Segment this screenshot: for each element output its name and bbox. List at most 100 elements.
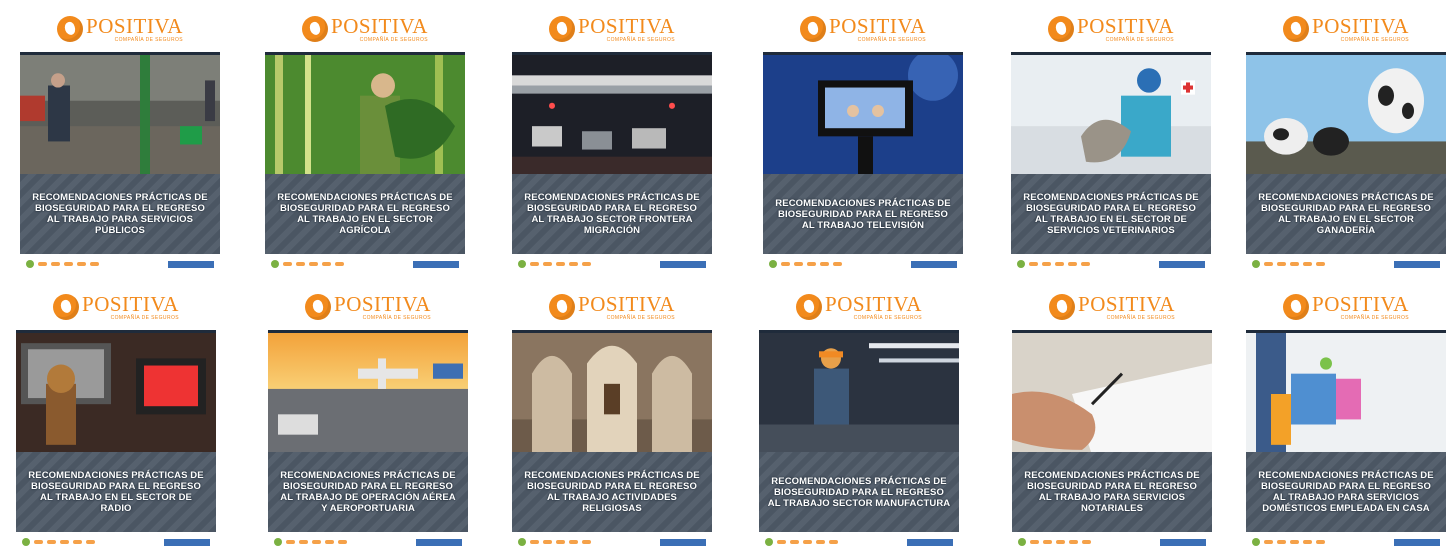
brand-name: POSITIVA bbox=[1312, 291, 1409, 316]
positiva-logo-icon bbox=[796, 294, 823, 320]
photo-tv-camera bbox=[763, 52, 963, 177]
sponsor-logos bbox=[512, 536, 712, 548]
brand-tagline: COMPAÑÍA DE SEGUROS bbox=[110, 314, 179, 321]
brand-name: POSITIVA bbox=[829, 13, 926, 38]
brand-tagline: COMPAÑÍA DE SEGUROS bbox=[359, 36, 428, 43]
brand-tagline: COMPAÑÍA DE SEGUROS bbox=[1106, 314, 1175, 321]
sponsor-logos bbox=[20, 258, 220, 270]
sponsor-logos bbox=[1011, 258, 1211, 270]
sponsor-logos bbox=[1012, 536, 1212, 548]
positiva-logo: POSITIVA COMPAÑÍA DE SEGUROS bbox=[263, 12, 467, 46]
positiva-logo: POSITIVA COMPAÑÍA DE SEGUROS bbox=[1009, 12, 1213, 46]
guide-title-band: RECOMENDACIONES PRÁCTICAS DE BIOSEGURIDA… bbox=[1246, 452, 1446, 532]
brand-tagline: COMPAÑÍA DE SEGUROS bbox=[114, 36, 183, 43]
guide-card-agriculture[interactable]: POSITIVA COMPAÑÍA DE SEGUROS RECOMENDACIO… bbox=[263, 10, 467, 272]
positiva-logo-icon bbox=[53, 294, 80, 320]
positiva-logo-icon bbox=[57, 16, 84, 42]
brand-name: POSITIVA bbox=[1312, 13, 1409, 38]
photo-utility-worker bbox=[20, 52, 220, 177]
guide-title: RECOMENDACIONES PRÁCTICAS DE BIOSEGURIDA… bbox=[1023, 192, 1199, 236]
positiva-logo: POSITIVA COMPAÑÍA DE SEGUROS bbox=[757, 290, 961, 324]
positiva-logo-icon bbox=[1049, 294, 1076, 320]
positiva-logo-icon bbox=[800, 16, 827, 42]
brand-tagline: COMPAÑÍA DE SEGUROS bbox=[606, 36, 675, 43]
guide-card-air-operations[interactable]: POSITIVA COMPAÑÍA DE SEGUROS RECOMENDACIO… bbox=[266, 288, 470, 550]
guide-title-band: RECOMENDACIONES PRÁCTICAS DE BIOSEGURIDA… bbox=[759, 452, 959, 532]
guide-card-border-migration[interactable]: POSITIVA COMPAÑÍA DE SEGUROS RECOMENDACIO… bbox=[510, 10, 714, 272]
photo-radio-studio bbox=[16, 330, 216, 455]
positiva-logo-icon bbox=[549, 16, 576, 42]
guide-card-livestock[interactable]: POSITIVA COMPAÑÍA DE SEGUROS RECOMENDACIO… bbox=[1244, 10, 1448, 272]
positiva-logo: POSITIVA COMPAÑÍA DE SEGUROS bbox=[1010, 290, 1214, 324]
positiva-logo: POSITIVA COMPAÑÍA DE SEGUROS bbox=[266, 290, 470, 324]
guide-title-band: RECOMENDACIONES PRÁCTICAS DE BIOSEGURIDA… bbox=[268, 452, 468, 532]
positiva-logo-icon bbox=[1283, 16, 1310, 42]
guide-title-band: RECOMENDACIONES PRÁCTICAS DE BIOSEGURIDA… bbox=[16, 452, 216, 532]
guide-title-band: RECOMENDACIONES PRÁCTICAS DE BIOSEGURIDA… bbox=[1246, 174, 1446, 254]
guide-card-notary[interactable]: POSITIVA COMPAÑÍA DE SEGUROS RECOMENDACIO… bbox=[1010, 288, 1214, 550]
guide-title-band: RECOMENDACIONES PRÁCTICAS DE BIOSEGURIDA… bbox=[512, 174, 712, 254]
brand-name: POSITIVA bbox=[1078, 291, 1175, 316]
guide-card-veterinary[interactable]: POSITIVA COMPAÑÍA DE SEGUROS RECOMENDACIO… bbox=[1009, 10, 1213, 272]
brand-tagline: COMPAÑÍA DE SEGUROS bbox=[1340, 314, 1409, 321]
guide-title: RECOMENDACIONES PRÁCTICAS DE BIOSEGURIDA… bbox=[1024, 470, 1200, 514]
positiva-logo: POSITIVA COMPAÑÍA DE SEGUROS bbox=[18, 12, 222, 46]
guide-title: RECOMENDACIONES PRÁCTICAS DE BIOSEGURIDA… bbox=[524, 192, 700, 236]
sponsor-logos bbox=[1246, 536, 1446, 548]
sponsor-logos bbox=[759, 536, 959, 548]
brand-tagline: COMPAÑÍA DE SEGUROS bbox=[362, 314, 431, 321]
guide-title-band: RECOMENDACIONES PRÁCTICAS DE BIOSEGURIDA… bbox=[1011, 174, 1211, 254]
brand-tagline: COMPAÑÍA DE SEGUROS bbox=[1105, 36, 1174, 43]
guide-title: RECOMENDACIONES PRÁCTICAS DE BIOSEGURIDA… bbox=[775, 197, 951, 231]
brand-name: POSITIVA bbox=[331, 13, 428, 38]
photo-church bbox=[512, 330, 712, 455]
brand-tagline: COMPAÑÍA DE SEGUROS bbox=[1340, 36, 1409, 43]
positiva-logo: POSITIVA COMPAÑÍA DE SEGUROS bbox=[1244, 290, 1448, 324]
brand-name: POSITIVA bbox=[334, 291, 431, 316]
guide-card-religious[interactable]: POSITIVA COMPAÑÍA DE SEGUROS RECOMENDACIO… bbox=[510, 288, 714, 550]
sponsor-logos bbox=[16, 536, 216, 548]
positiva-logo-icon bbox=[549, 294, 576, 320]
brand-tagline: COMPAÑÍA DE SEGUROS bbox=[606, 314, 675, 321]
guide-title-band: RECOMENDACIONES PRÁCTICAS DE BIOSEGURIDA… bbox=[1012, 452, 1212, 532]
brand-name: POSITIVA bbox=[825, 291, 922, 316]
brand-name: POSITIVA bbox=[86, 13, 183, 38]
guide-title: RECOMENDACIONES PRÁCTICAS DE BIOSEGURIDA… bbox=[524, 470, 700, 514]
positiva-logo-icon bbox=[305, 294, 332, 320]
positiva-logo: POSITIVA COMPAÑÍA DE SEGUROS bbox=[14, 290, 218, 324]
guide-title: RECOMENDACIONES PRÁCTICAS DE BIOSEGURIDA… bbox=[1258, 192, 1434, 236]
brand-tagline: COMPAÑÍA DE SEGUROS bbox=[853, 314, 922, 321]
photo-airport bbox=[268, 330, 468, 455]
sponsor-logos bbox=[1246, 258, 1446, 270]
photo-veterinary bbox=[1011, 52, 1211, 177]
brand-name: POSITIVA bbox=[1077, 13, 1174, 38]
brand-name: POSITIVA bbox=[578, 291, 675, 316]
positiva-logo-icon bbox=[302, 16, 329, 42]
sponsor-logos bbox=[268, 536, 468, 548]
photo-farm-worker bbox=[265, 52, 465, 177]
guide-title: RECOMENDACIONES PRÁCTICAS DE BIOSEGURIDA… bbox=[280, 470, 456, 514]
guide-card-radio[interactable]: POSITIVA COMPAÑÍA DE SEGUROS RECOMENDACIO… bbox=[14, 288, 218, 550]
positiva-logo: POSITIVA COMPAÑÍA DE SEGUROS bbox=[761, 12, 965, 46]
brand-name: POSITIVA bbox=[82, 291, 179, 316]
positiva-logo: POSITIVA COMPAÑÍA DE SEGUROS bbox=[510, 290, 714, 324]
positiva-logo-icon bbox=[1048, 16, 1075, 42]
positiva-logo: POSITIVA COMPAÑÍA DE SEGUROS bbox=[1244, 12, 1448, 46]
sponsor-logos bbox=[763, 258, 963, 270]
guide-card-domestic-services[interactable]: POSITIVA COMPAÑÍA DE SEGUROS RECOMENDACIO… bbox=[1244, 288, 1448, 550]
guide-title: RECOMENDACIONES PRÁCTICAS DE BIOSEGURIDA… bbox=[28, 470, 204, 514]
guide-title-band: RECOMENDACIONES PRÁCTICAS DE BIOSEGURIDA… bbox=[20, 174, 220, 254]
guide-card-television[interactable]: POSITIVA COMPAÑÍA DE SEGUROS RECOMENDACIO… bbox=[761, 10, 965, 272]
guide-card-public-services[interactable]: POSITIVA COMPAÑÍA DE SEGUROS RECOMENDACIO… bbox=[18, 10, 222, 272]
photo-housekeeping bbox=[1246, 330, 1446, 455]
guide-card-manufacturing[interactable]: POSITIVA COMPAÑÍA DE SEGUROS RECOMENDACIO… bbox=[757, 288, 961, 550]
positiva-logo: POSITIVA COMPAÑÍA DE SEGUROS bbox=[510, 12, 714, 46]
guide-title: RECOMENDACIONES PRÁCTICAS DE BIOSEGURIDA… bbox=[277, 192, 453, 236]
guide-title-band: RECOMENDACIONES PRÁCTICAS DE BIOSEGURIDA… bbox=[763, 174, 963, 254]
guide-title: RECOMENDACIONES PRÁCTICAS DE BIOSEGURIDA… bbox=[767, 475, 951, 509]
photo-manufacturing bbox=[759, 330, 959, 455]
sponsor-logos bbox=[265, 258, 465, 270]
guide-title: RECOMENDACIONES PRÁCTICAS DE BIOSEGURIDA… bbox=[1258, 470, 1434, 514]
guide-title-band: RECOMENDACIONES PRÁCTICAS DE BIOSEGURIDA… bbox=[512, 452, 712, 532]
brand-tagline: COMPAÑÍA DE SEGUROS bbox=[857, 36, 926, 43]
